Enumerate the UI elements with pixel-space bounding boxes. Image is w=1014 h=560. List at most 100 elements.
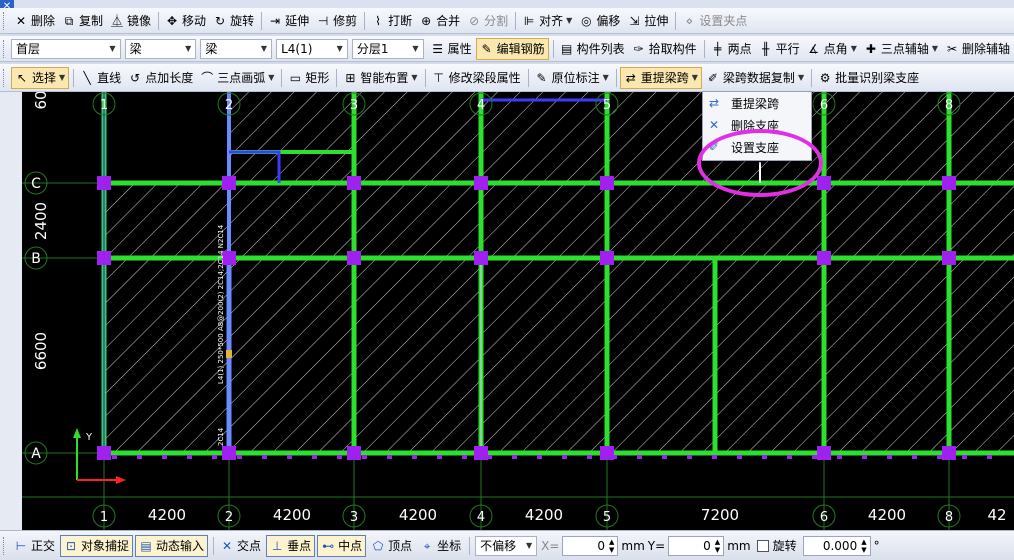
- edit-rebar-button[interactable]: ✎ 编辑钢筋: [475, 37, 549, 60]
- toolbar-grip[interactable]: [3, 11, 8, 30]
- pick-component-button[interactable]: ✑ 拾取构件: [629, 39, 700, 59]
- properties-button[interactable]: ☰ 属性: [428, 39, 475, 59]
- select-button[interactable]: ↖ 选择 ▼: [11, 66, 70, 89]
- three-point-axis-button[interactable]: ✚ 三点辅轴 ▼: [861, 39, 941, 59]
- span-data-copy-button[interactable]: ✐ 梁跨数据复制 ▼: [703, 68, 807, 88]
- separator: [73, 68, 75, 87]
- column-tick: [262, 455, 267, 459]
- layer-select[interactable]: 分层1 ▼: [351, 38, 424, 59]
- separator: [281, 68, 283, 87]
- grip-point-button[interactable]: ⋄ 设置夹点: [679, 11, 750, 31]
- in-place-annotation-button[interactable]: ✎ 原位标注 ▼: [532, 68, 612, 88]
- slab-hatch: [481, 92, 607, 183]
- delete-axis-button[interactable]: ✂ 删除辅轴: [942, 39, 1013, 59]
- move-button[interactable]: ✥ 移动: [162, 11, 209, 31]
- spin-arrows-icon[interactable]: ▲ ▼: [861, 538, 866, 554]
- align-button[interactable]: ⊫ 对齐 ▼: [519, 11, 575, 31]
- perpendicular-toggle[interactable]: ⊥ 垂点: [266, 534, 316, 557]
- separator: [811, 68, 813, 87]
- ortho-label: 正交: [31, 539, 56, 553]
- point-angle-button[interactable]: ∡ 点角 ▼: [804, 39, 860, 59]
- line-button[interactable]: ╲ 直线: [77, 68, 124, 88]
- rotate-input[interactable]: 0.000 ▲ ▼: [802, 535, 871, 556]
- delete-axis-label: 删除辅轴: [962, 42, 1011, 56]
- column-tick: [912, 455, 917, 459]
- spin-arrows-icon[interactable]: ▲ ▼: [609, 538, 614, 554]
- modify-beam-button[interactable]: ⊤ 修改梁段属性: [429, 68, 524, 88]
- component-list-button[interactable]: ▤ 构件列表: [557, 39, 628, 59]
- column-tick: [662, 455, 667, 459]
- ortho-toggle[interactable]: ⊢ 正交: [11, 535, 58, 557]
- delete-label: 删除: [31, 14, 56, 28]
- bottom-dimension: 4200: [399, 506, 437, 524]
- split-button[interactable]: ⊘ 分割: [464, 11, 511, 31]
- parallel-button[interactable]: ╫ 平行: [756, 39, 803, 59]
- y-input[interactable]: 0 ▲ ▼: [668, 535, 725, 556]
- point-length-label: 点加长度: [145, 71, 194, 85]
- menu-item-re-extract-span[interactable]: ⇄ 重提梁跨: [703, 92, 811, 114]
- member-select[interactable]: L4(1) ▼: [276, 38, 348, 59]
- menu-item-set-support[interactable]: ✐ 设置支座: [703, 136, 811, 158]
- component-list-label: 构件列表: [576, 42, 625, 56]
- re-extract-span-label: 重提梁跨: [640, 71, 689, 85]
- rectangle-button[interactable]: ▭ 矩形: [285, 68, 332, 88]
- toolbar-grip[interactable]: [3, 39, 8, 58]
- coordinate-toggle[interactable]: ⌖ 坐标: [417, 535, 464, 557]
- column: [222, 176, 236, 190]
- align-icon: ⊫: [523, 13, 535, 28]
- status-bar: ⊢ 正交 ⊡ 对象捕捉 ▤ 动态输入 ✕ 交点 ⊥ 垂点 ⊷ 中点 ⬠ 顶点 ⌖ 坐标 不偏移 ▼ X= 0 ▲ ▼…: [0, 530, 1014, 560]
- drawing-canvas[interactable]: L4(1) 250*500 A8@200(2) 2C14;2C14 N2C14 2…: [22, 92, 1014, 530]
- type-select[interactable]: 梁 ▼: [200, 38, 273, 59]
- offset-mode-select[interactable]: 不偏移 ▼: [475, 535, 538, 556]
- rotate-button[interactable]: ↻ 旋转: [210, 11, 257, 31]
- stretch-button[interactable]: ⇲ 拉伸: [624, 11, 671, 31]
- menu-item-label: 设置支座: [731, 140, 780, 155]
- mirror-button[interactable]: ⏅ 镜像: [107, 11, 154, 31]
- point-length-button[interactable]: ↺ 点加长度: [125, 68, 196, 88]
- floor-select-value: 首层: [15, 42, 40, 56]
- batch-support-button[interactable]: ⚙ 批量识别梁支座: [815, 68, 922, 88]
- break-button[interactable]: ⌇ 打断: [368, 11, 415, 31]
- dynamic-input-toggle[interactable]: ▤ 动态输入: [135, 534, 209, 557]
- component-list-icon: ▤: [560, 41, 573, 56]
- trim-button[interactable]: ⊣ 修剪: [313, 11, 360, 31]
- column: [942, 446, 956, 460]
- x-input[interactable]: 0 ▲ ▼: [562, 535, 619, 556]
- menu-item-delete-support[interactable]: ✕ 删除支座: [703, 114, 811, 136]
- column-tick: [187, 455, 192, 459]
- axis-label-left: B: [31, 251, 41, 267]
- stretch-icon: ⇲: [629, 13, 640, 28]
- floor-select[interactable]: 首层 ▼: [10, 38, 121, 59]
- extend-button[interactable]: ⇥ 延伸: [265, 11, 312, 31]
- intersection-toggle[interactable]: ✕ 交点: [217, 535, 264, 557]
- offset-button[interactable]: ◎ 偏移: [576, 11, 623, 31]
- spin-arrows-icon[interactable]: ▲ ▼: [715, 538, 720, 554]
- column-tick: [562, 455, 567, 459]
- split-label: 分割: [484, 14, 509, 28]
- column: [474, 251, 488, 265]
- cad-drawing[interactable]: L4(1) 250*500 A8@200(2) 2C14;2C14 N2C14 2…: [22, 92, 1014, 530]
- statusbar-grip[interactable]: [3, 536, 8, 555]
- re-extract-span-menu: ⇄ 重提梁跨 ✕ 删除支座 ✐ 设置支座: [702, 91, 812, 161]
- copy-button[interactable]: ⧉ 复制: [59, 11, 106, 31]
- object-snap-toggle[interactable]: ⊡ 对象捕捉: [60, 534, 134, 557]
- category-select[interactable]: 梁 ▼: [124, 38, 197, 59]
- chevron-down-icon: ▼: [260, 44, 268, 53]
- smart-layout-button[interactable]: ⊞ 智能布置 ▼: [340, 68, 420, 88]
- two-point-button[interactable]: ╪ 两点: [708, 39, 755, 59]
- delete-button[interactable]: ✕ 删除: [11, 11, 58, 31]
- rotate-checkbox[interactable]: [756, 539, 769, 552]
- pick-component-label: 拾取构件: [648, 42, 697, 56]
- vertex-toggle[interactable]: ⬠ 顶点: [368, 535, 415, 557]
- mirror-icon: ⏅: [111, 13, 124, 28]
- merge-button[interactable]: ⊕ 合并: [416, 11, 463, 31]
- grip-point-icon: ⋄: [685, 13, 694, 28]
- midpoint-toggle[interactable]: ⊷ 中点: [317, 534, 367, 557]
- toolbar-grip[interactable]: [3, 68, 8, 87]
- separator: [703, 39, 705, 58]
- ucs-x-arrow: [116, 476, 126, 484]
- column-tick: [987, 455, 992, 459]
- re-extract-span-button[interactable]: ⇄ 重提梁跨 ▼: [619, 66, 702, 89]
- arc-button[interactable]: ⌒ 三点画弧 ▼: [197, 68, 277, 88]
- slab-hatch: [354, 92, 481, 183]
